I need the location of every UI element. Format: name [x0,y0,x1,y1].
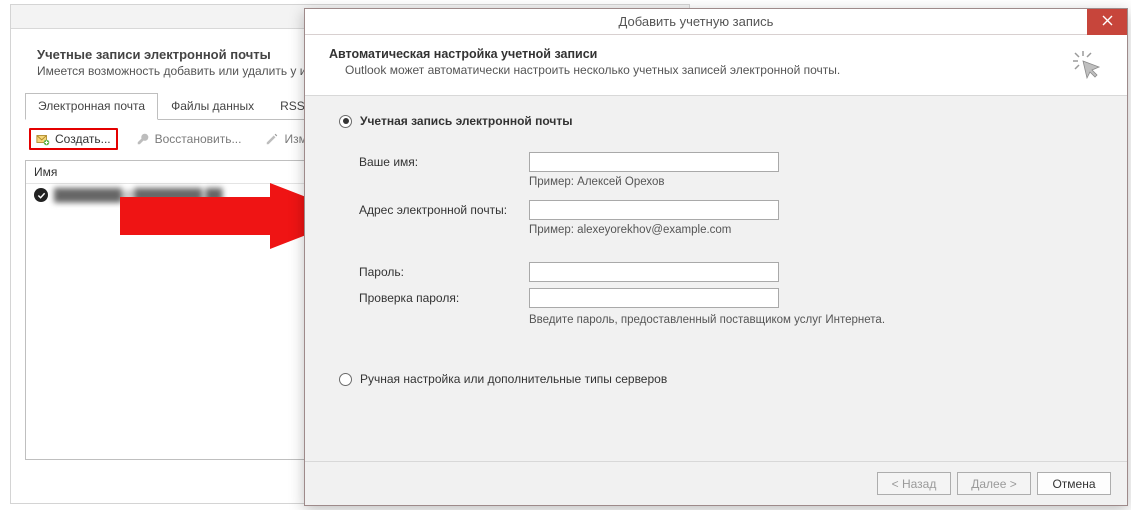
titlebar: Добавить учетную запись [305,9,1127,35]
dialog-title: Добавить учетную запись [305,14,1087,29]
mail-new-icon [36,132,50,146]
password2-input[interactable] [529,288,779,308]
wizard-header: Автоматическая настройка учетной записи … [305,35,1127,96]
close-button[interactable] [1087,9,1127,35]
cancel-button[interactable]: Отмена [1037,472,1111,495]
radio-manual-setup[interactable]: Ручная настройка или дополнительные типы… [339,372,1103,386]
wizard-body: Учетная запись электронной почты Ваше им… [305,96,1127,461]
radio-icon [339,373,352,386]
list-item-email: ████████@████████.██ [54,188,223,202]
tab-data-files[interactable]: Файлы данных [158,93,267,120]
radio-icon [339,115,352,128]
create-label: Создать... [55,132,111,146]
account-form: Ваше имя: Пример: Алексей Орехов Адрес э… [359,152,1103,326]
next-button[interactable]: Далее > [957,472,1031,495]
wizard-title: Автоматическая настройка учетной записи [329,47,1069,61]
add-account-dialog: Добавить учетную запись Автоматическая н… [304,8,1128,506]
check-circle-icon [34,188,48,202]
email-input[interactable] [529,200,779,220]
pencil-icon [265,132,279,146]
password-label: Пароль: [359,265,519,279]
radio-manual-label: Ручная настройка или дополнительные типы… [360,372,667,386]
email-label: Адрес электронной почты: [359,203,519,217]
back-button[interactable]: < Назад [877,472,951,495]
restore-label: Восстановить... [155,132,242,146]
wizard-footer: < Назад Далее > Отмена [305,461,1127,505]
name-hint: Пример: Алексей Орехов [529,176,779,188]
radio-email-account[interactable]: Учетная запись электронной почты [339,114,1103,128]
name-input[interactable] [529,152,779,172]
tab-email[interactable]: Электронная почта [25,93,158,120]
wizard-subtitle: Outlook может автоматически настроить не… [345,63,1069,77]
radio-email-label: Учетная запись электронной почты [360,114,573,128]
name-label: Ваше имя: [359,155,519,169]
password2-label: Проверка пароля: [359,291,519,305]
close-icon [1102,15,1113,29]
cursor-click-icon [1069,47,1103,81]
password-input[interactable] [529,262,779,282]
wrench-icon [136,132,150,146]
password-hint: Введите пароль, предоставленный поставщи… [529,314,779,326]
restore-button[interactable]: Восстановить... [130,129,248,149]
email-hint: Пример: alexeyorekhov@example.com [529,224,779,236]
create-button[interactable]: Создать... [29,128,118,150]
